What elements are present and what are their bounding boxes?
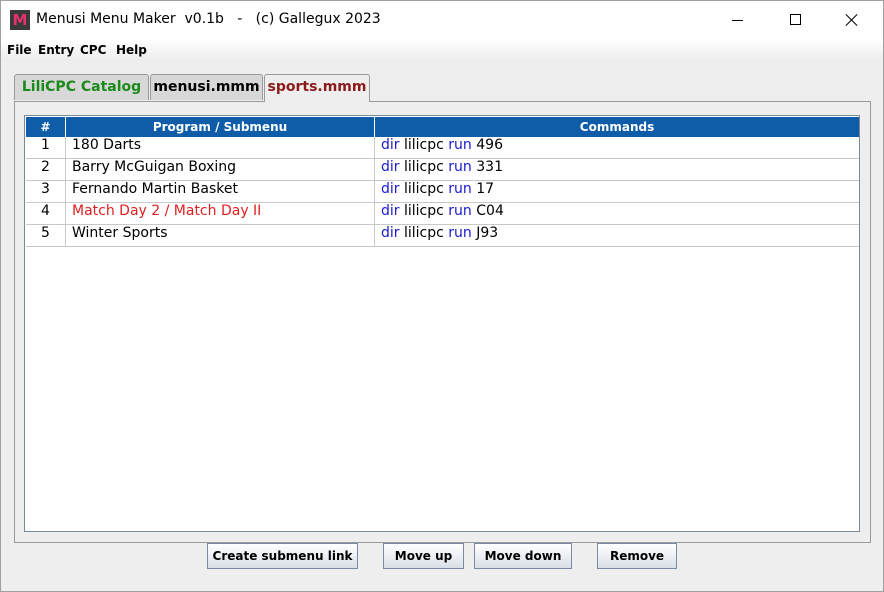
tab-sports-mmm[interactable]: sports.mmm [264,74,370,102]
row-number: 3 [26,181,66,203]
command-cell[interactable]: dir lilicpc run 17 [375,181,859,203]
remove-button[interactable]: Remove [597,543,677,569]
table-row[interactable]: 5 Winter Sports dir lilicpc run J93 [26,225,859,247]
app-window: M Menusi Menu Maker v0.1b - (c) Gallegux… [0,0,884,592]
create-submenu-link-button[interactable]: Create submenu link [207,543,358,569]
command-cell[interactable]: dir lilicpc run 496 [375,137,859,159]
row-number: 5 [26,225,66,247]
maximize-icon [790,14,801,25]
maximize-button[interactable] [766,1,824,39]
command-dir: dir [381,225,400,241]
title-bar[interactable]: M Menusi Menu Maker v0.1b - (c) Gallegux… [1,1,883,39]
command-run: run [448,137,472,153]
menu-bar: File Entry CPC Help [1,39,883,61]
command-arg: 496 [476,137,503,153]
minimize-icon [732,20,743,21]
app-logo-letter: M [12,11,28,29]
menu-cpc[interactable]: CPC [80,43,106,57]
table-row[interactable]: 4 Match Day 2 / Match Day II dir lilicpc… [26,203,859,225]
command-arg: J93 [476,225,499,241]
program-name[interactable]: 180 Darts [66,137,375,159]
move-up-button[interactable]: Move up [383,543,464,569]
command-arg: 17 [476,181,495,197]
menu-entry[interactable]: Entry [38,43,74,57]
command-cell[interactable]: dir lilicpc run J93 [375,225,859,247]
window-title: Menusi Menu Maker v0.1b - (c) Gallegux 2… [36,11,381,27]
close-icon [845,13,859,27]
command-source: lilicpc [404,181,444,197]
table-row[interactable]: 1 180 Darts dir lilicpc run 496 [26,137,859,159]
command-run: run [448,159,472,175]
row-number: 4 [26,203,66,225]
command-source: lilicpc [404,137,444,153]
program-name[interactable]: Fernando Martin Basket [66,181,375,203]
tab-lilicpc-catalog[interactable]: LiliCPC Catalog [14,74,149,100]
program-name[interactable]: Winter Sports [66,225,375,247]
row-number: 1 [26,137,66,159]
command-dir: dir [381,137,400,153]
command-source: lilicpc [404,159,444,175]
command-source: lilicpc [404,203,444,219]
program-name[interactable]: Barry McGuigan Boxing [66,159,375,181]
column-header-number[interactable]: # [26,117,66,137]
close-button[interactable] [825,1,883,39]
command-arg: C04 [476,203,504,219]
minimize-button[interactable] [708,1,766,39]
move-down-button[interactable]: Move down [474,543,572,569]
column-header-commands[interactable]: Commands [375,117,859,137]
menu-file[interactable]: File [7,43,32,57]
command-cell[interactable]: dir lilicpc run C04 [375,203,859,225]
row-number: 2 [26,159,66,181]
command-dir: dir [381,181,400,197]
tab-menusi-mmm[interactable]: menusi.mmm [150,74,263,100]
menu-help[interactable]: Help [116,43,147,57]
command-dir: dir [381,159,400,175]
submenu-name[interactable]: Match Day 2 / Match Day II [66,203,375,225]
column-header-program[interactable]: Program / Submenu [66,117,375,137]
entries-table[interactable]: # Program / Submenu Commands 1 180 Darts… [24,115,860,532]
table-row[interactable]: 2 Barry McGuigan Boxing dir lilicpc run … [26,159,859,181]
command-dir: dir [381,203,400,219]
command-arg: 331 [476,159,503,175]
command-cell[interactable]: dir lilicpc run 331 [375,159,859,181]
table-header: # Program / Submenu Commands [26,117,859,137]
command-run: run [448,203,472,219]
command-run: run [448,181,472,197]
table-row[interactable]: 3 Fernando Martin Basket dir lilicpc run… [26,181,859,203]
app-logo-icon: M [10,10,30,30]
command-source: lilicpc [404,225,444,241]
command-run: run [448,225,472,241]
